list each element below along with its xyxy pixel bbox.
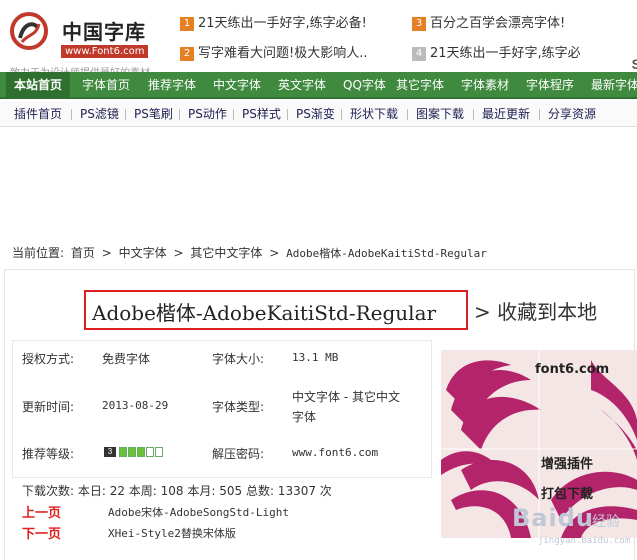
news-item[interactable]: 3 百分之百学会漂亮字体!	[412, 12, 565, 31]
rating-segment-filled	[119, 447, 127, 457]
subnav-ps-filters[interactable]: PS滤镜	[80, 101, 119, 127]
password-label: 解压密码:	[212, 447, 265, 461]
subnav-plugin-home[interactable]: 插件首页	[14, 101, 62, 127]
subnav-divider	[71, 109, 72, 120]
subnav-divider	[125, 109, 126, 120]
size-value: 13.1 MB	[292, 351, 339, 364]
rating-segment-filled	[128, 447, 136, 457]
subnav-patterns[interactable]: 图案下载	[416, 101, 464, 127]
subnav-ps-actions[interactable]: PS动作	[188, 101, 227, 127]
subnav-recent[interactable]: 最近更新	[482, 101, 530, 127]
breadcrumb-chinese-fonts[interactable]: 中文字体	[119, 246, 167, 260]
breadcrumb-separator: >	[173, 246, 184, 260]
next-font-link[interactable]: XHei-Style2替换宋体版	[108, 525, 236, 541]
news-text: 21天练出一手好字,练字必备!	[198, 16, 367, 31]
news-number: 1	[180, 17, 194, 31]
next-label: 下一页	[22, 527, 62, 542]
page-title: Adobe楷体-AdobeKaitiStd-Regular	[92, 301, 437, 325]
subnav-divider	[539, 109, 540, 120]
download-counts: 下载次数: 本日: 22 本周: 108 本月: 505 总数: 13307 次	[22, 484, 332, 498]
rating-segment-empty	[146, 447, 154, 457]
breadcrumb-current: Adobe楷体-AdobeKaitiStd-Regular	[286, 247, 487, 260]
site-logo[interactable]: 中国字库 www.Font6.com 致力于为设计师提供最好的素材	[6, 6, 166, 79]
prev-font-link[interactable]: Adobe宋体-AdobeSongStd-Light	[108, 504, 289, 520]
subnav-divider	[179, 109, 180, 120]
breadcrumb-separator: >	[101, 246, 112, 260]
nav-home[interactable]: 本站首页	[6, 72, 71, 99]
news-text: 21天练出一手好字,练字必	[430, 46, 581, 61]
watermark-url: jingyan.baidu.com	[538, 536, 631, 546]
subnav-ps-brushes[interactable]: PS笔刷	[134, 101, 173, 127]
cut-off-letter: S	[631, 56, 637, 72]
subnav-share[interactable]: 分享资源	[548, 101, 596, 127]
nav-font-programs[interactable]: 字体程序	[526, 72, 574, 99]
nav-qq-fonts[interactable]: QQ字体	[343, 72, 386, 99]
breadcrumb: 当前位置: 首页 > 中文字体 > 其它中文字体 > Adobe楷体-Adobe…	[12, 244, 490, 261]
nav-font-materials[interactable]: 字体素材	[461, 72, 509, 99]
type-value-line2: 字体	[292, 410, 317, 424]
preview-plugin-label: 增强插件	[541, 457, 594, 472]
logo-swirl-icon	[10, 12, 48, 50]
news-number: 3	[412, 17, 426, 31]
logo-name: 中国字库	[62, 20, 146, 44]
subnav-divider	[233, 109, 234, 120]
updated-label: 更新时间:	[22, 400, 75, 414]
subnav-divider	[407, 109, 408, 120]
subnav-divider	[341, 109, 342, 120]
subnav-ps-gradients[interactable]: PS渐变	[296, 101, 335, 127]
sub-nav: 插件首页 PS滤镜 PS笔刷 PS动作 PS样式 PS渐变 形状下载 图案下载 …	[0, 101, 637, 127]
nav-english-fonts[interactable]: 英文字体	[278, 72, 326, 99]
nav-other-fonts[interactable]: 其它字体	[396, 72, 444, 99]
subnav-shapes[interactable]: 形状下载	[350, 101, 398, 127]
level-label: 推荐等级:	[22, 447, 75, 461]
collect-link[interactable]: > 收藏到本地	[474, 296, 597, 325]
preview-site-label: font6.com	[535, 362, 610, 377]
nav-chinese-fonts[interactable]: 中文字体	[213, 72, 261, 99]
watermark-sub: 经验	[592, 514, 620, 530]
type-value-line1: 中文字体 - 其它中文	[292, 390, 400, 404]
breadcrumb-other-chinese[interactable]: 其它中文字体	[190, 246, 262, 260]
prev-label: 上一页	[22, 506, 62, 521]
logo-url: www.Font6.com	[61, 45, 149, 58]
breadcrumb-prefix: 当前位置:	[12, 246, 65, 260]
main-nav: 本站首页 字体首页 推荐字体 中文字体 英文字体 QQ字体 其它字体 字体素材 …	[0, 72, 637, 99]
news-item[interactable]: 2 写字难看大问题!极大影响人..	[180, 42, 367, 61]
site-header: 中国字库 www.Font6.com 致力于为设计师提供最好的素材 1 21天练出…	[0, 0, 637, 79]
news-number: 2	[180, 47, 194, 61]
news-item[interactable]: 1 21天练出一手好字,练字必备!	[180, 12, 367, 31]
news-text: 写字难看大问题!极大影响人..	[198, 46, 368, 61]
password-value: www.font6.com	[292, 446, 379, 459]
subnav-divider	[287, 109, 288, 120]
license-label: 授权方式:	[22, 352, 75, 366]
preview-pack-label: 打包下载	[541, 487, 594, 502]
rating-level-badge: 3	[104, 447, 116, 457]
news-number: 4	[412, 47, 426, 61]
breadcrumb-home[interactable]: 首页	[71, 246, 95, 260]
nav-recommended[interactable]: 推荐字体	[148, 72, 196, 99]
news-text: 百分之百学会漂亮字体!	[430, 16, 566, 31]
subnav-divider	[473, 109, 474, 120]
news-links: 1 21天练出一手好字,练字必备! 3 百分之百学会漂亮字体! 2 写字难看大问题!极…	[180, 12, 637, 72]
baidu-watermark: Baidu	[512, 504, 594, 532]
nav-font-home[interactable]: 字体首页	[82, 72, 130, 99]
size-label: 字体大小:	[212, 352, 265, 366]
rating-segment-empty	[155, 447, 163, 457]
license-value: 免费字体	[102, 352, 151, 366]
news-item[interactable]: 4 21天练出一手好字,练字必	[412, 42, 581, 61]
type-label: 字体类型:	[212, 400, 265, 414]
rating-segment-filled	[137, 447, 145, 457]
nav-latest-fonts[interactable]: 最新字体	[591, 72, 637, 99]
updated-value: 2013-08-29	[102, 399, 169, 412]
subnav-ps-styles[interactable]: PS样式	[242, 101, 281, 127]
breadcrumb-separator: >	[269, 246, 280, 260]
